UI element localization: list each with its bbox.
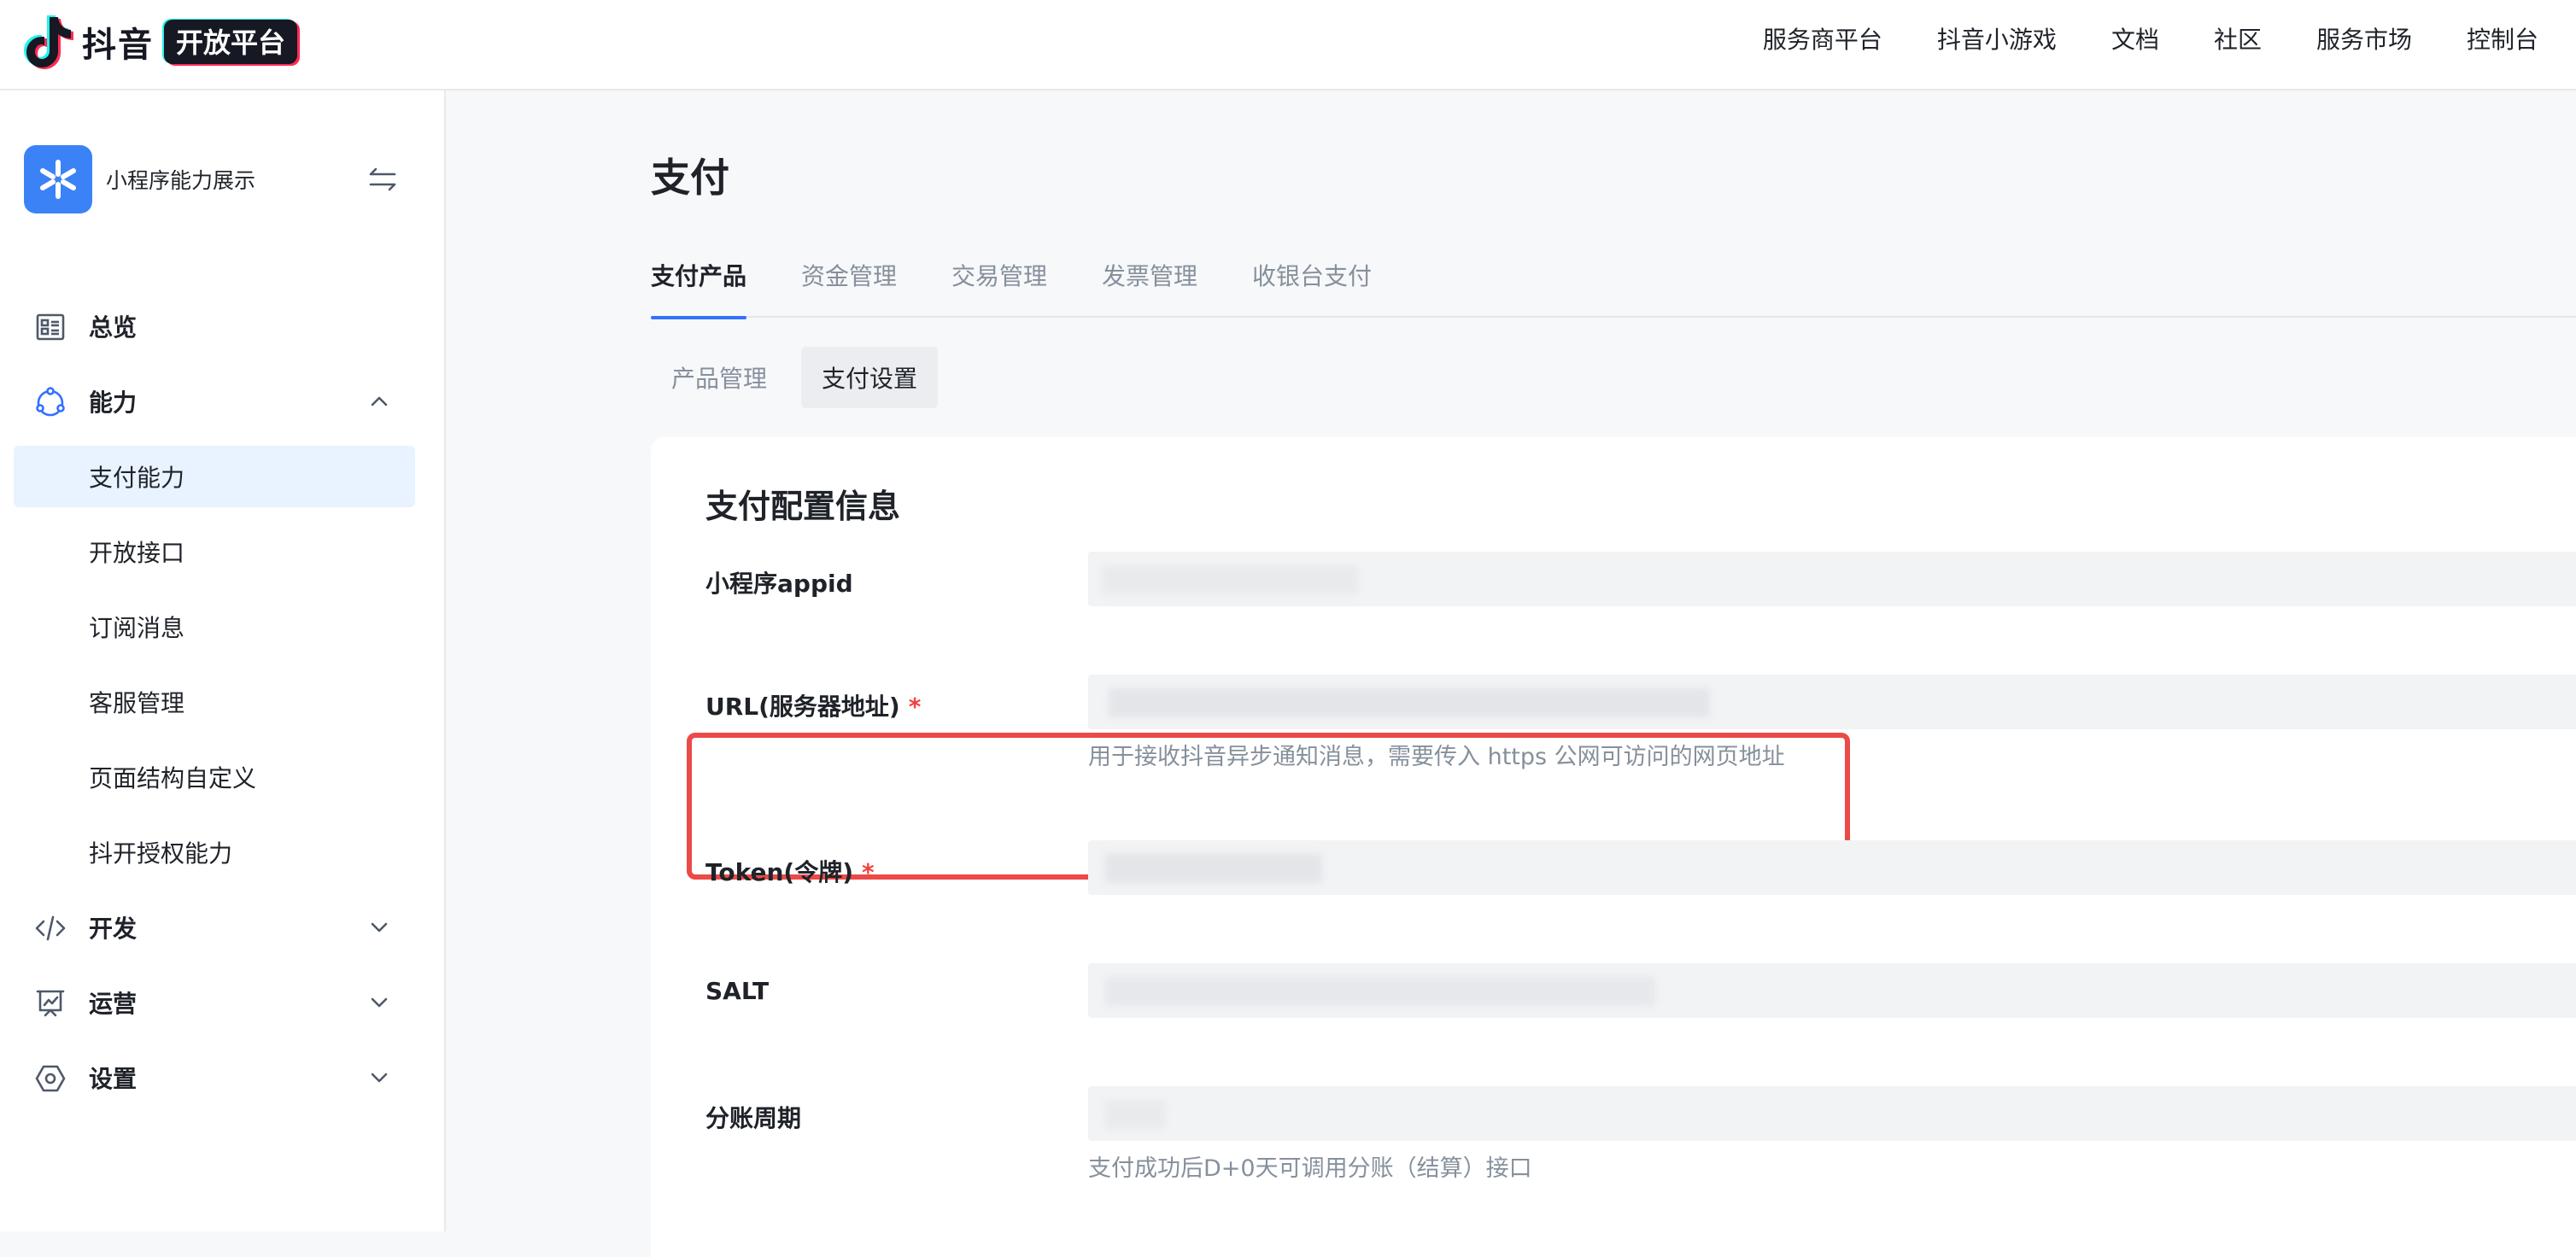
sidebar-item-capability[interactable]: 能力 — [0, 364, 444, 439]
sidebar-item-operations[interactable]: 运营 — [0, 965, 444, 1040]
sidebar-item-label: 运营 — [89, 990, 138, 1018]
sidebar: 小程序能力展示 总览 能力 支付能力 开放接口 订阅消息 客服管理 页面结构自定… — [0, 91, 446, 1231]
nav-console[interactable]: 控制台 — [2467, 21, 2538, 56]
chart-board-icon — [36, 990, 65, 1017]
chevron-down-icon — [371, 1073, 388, 1083]
required-mark: * — [908, 693, 922, 721]
field-label: 分账周期 — [705, 1104, 802, 1132]
sidebar-item-label: 订阅消息 — [89, 614, 185, 642]
sidebar-item-overview[interactable]: 总览 — [0, 289, 444, 364]
salt-label: SALT — [705, 977, 769, 1005]
sidebar-menu: 总览 能力 支付能力 开放接口 订阅消息 客服管理 页面结构自定义 抖开授权能力… — [0, 289, 444, 1115]
settings-icon — [35, 1065, 66, 1092]
token-field[interactable] — [1088, 840, 2576, 895]
chevron-up-icon — [371, 396, 388, 406]
salt-field[interactable] — [1088, 963, 2576, 1018]
switch-app-icon[interactable] — [366, 162, 400, 196]
tab-fund-management[interactable]: 资金管理 — [801, 244, 897, 306]
tab-cashier-payment[interactable]: 收银台支付 — [1252, 244, 1372, 306]
sidebar-item-payment[interactable]: 支付能力 — [0, 439, 444, 514]
primary-tabs: 支付产品 资金管理 交易管理 发票管理 收银台支付 — [651, 244, 2576, 319]
subtab-payment-settings[interactable]: 支付设置 — [801, 347, 939, 408]
top-nav: 服务商平台 抖音小游戏 文档 社区 服务市场 控制台 — [1763, 0, 2538, 77]
code-icon — [35, 915, 66, 941]
appid-field[interactable] — [1088, 552, 2576, 606]
sidebar-item-label: 抖开授权能力 — [89, 839, 233, 868]
card-title: 支付配置信息 — [705, 488, 901, 525]
sidebar-item-develop[interactable]: 开发 — [0, 890, 444, 965]
settlement-cycle-label: 分账周期 — [705, 1100, 801, 1134]
nav-service-market[interactable]: 服务市场 — [2316, 21, 2412, 56]
field-label: 小程序appid — [705, 570, 853, 598]
app-selector[interactable]: 小程序能力展示 — [24, 143, 400, 215]
chevron-down-icon — [371, 922, 388, 933]
douyin-open-platform-logo[interactable]: 抖音 开放平台 — [24, 12, 298, 72]
field-label: URL(服务器地址) — [705, 693, 900, 721]
sidebar-item-label: 支付能力 — [89, 464, 185, 492]
settlement-cycle-field[interactable] — [1088, 1086, 2576, 1141]
url-field[interactable] — [1088, 675, 2576, 729]
sidebar-item-page-structure[interactable]: 页面结构自定义 — [0, 740, 444, 815]
sidebar-item-label: 总览 — [89, 313, 138, 342]
required-mark: * — [862, 858, 875, 886]
sidebar-item-label: 客服管理 — [89, 689, 185, 717]
capability-icon — [36, 387, 65, 417]
sidebar-item-label: 开放接口 — [89, 539, 185, 567]
overview-icon — [36, 313, 65, 341]
tab-transaction-management[interactable]: 交易管理 — [951, 244, 1047, 306]
sidebar-item-authorization[interactable]: 抖开授权能力 — [0, 815, 444, 890]
main-content: 支付 支付产品 资金管理 交易管理 发票管理 收银台支付 产品管理 支付设置 支… — [448, 91, 2576, 1257]
sidebar-item-label: 开发 — [89, 915, 138, 943]
chevron-down-icon — [371, 997, 388, 1008]
brand-badge: 开放平台 — [164, 20, 298, 64]
field-label: Token(令牌) — [705, 858, 854, 886]
sidebar-item-customer-service[interactable]: 客服管理 — [0, 664, 444, 740]
sidebar-item-label: 页面结构自定义 — [89, 764, 257, 792]
brand-name: 抖音 — [82, 26, 154, 65]
page-title: 支付 — [651, 155, 729, 201]
subtab-product-management[interactable]: 产品管理 — [651, 347, 787, 408]
token-label: Token(令牌) * — [705, 854, 875, 888]
field-label: SALT — [705, 977, 770, 1005]
tab-payment-products[interactable]: 支付产品 — [651, 244, 747, 319]
settlement-cycle-hint: 支付成功后D+0天可调用分账（结算）接口 — [1088, 1155, 1532, 1182]
appid-label: 小程序appid — [705, 565, 853, 599]
app-name: 小程序能力展示 — [106, 168, 256, 193]
top-header: 抖音 开放平台 服务商平台 抖音小游戏 文档 社区 服务市场 控制台 — [0, 0, 2576, 91]
sidebar-item-open-api[interactable]: 开放接口 — [0, 514, 444, 589]
nav-service-provider[interactable]: 服务商平台 — [1763, 21, 1882, 56]
sidebar-item-label: 设置 — [89, 1065, 138, 1093]
nav-community[interactable]: 社区 — [2214, 21, 2262, 56]
sidebar-item-label: 能力 — [89, 389, 138, 417]
payment-config-card: 支付配置信息 小程序appid URL(服务器地址) * 用于接收抖音异步通知消息… — [651, 437, 2576, 1257]
nav-docs[interactable]: 文档 — [2111, 21, 2159, 56]
app-icon — [24, 145, 92, 213]
tab-invoice-management[interactable]: 发票管理 — [1102, 244, 1197, 306]
sidebar-item-subscription[interactable]: 订阅消息 — [0, 589, 444, 664]
url-label: URL(服务器地址) * — [705, 688, 921, 722]
douyin-logo-icon — [24, 15, 73, 69]
nav-mini-games[interactable]: 抖音小游戏 — [1937, 21, 2057, 56]
sidebar-item-settings[interactable]: 设置 — [0, 1040, 444, 1115]
